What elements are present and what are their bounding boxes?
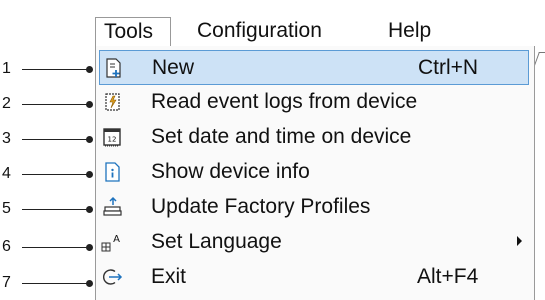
- menu-item-new[interactable]: New Ctrl+N: [99, 50, 529, 85]
- callout-2: 2: [0, 94, 100, 114]
- callout-dot: [86, 206, 93, 213]
- callout-line: [22, 69, 88, 70]
- menu-item-label: Update Factory Profiles: [151, 195, 371, 218]
- menu-item-set-date-time[interactable]: 12 Set date and time on device: [99, 120, 529, 155]
- menu-configuration[interactable]: Configuration: [189, 17, 330, 47]
- callout-number: 7: [2, 274, 11, 291]
- callout-line: [22, 104, 88, 105]
- callout-dot: [86, 280, 93, 287]
- callout-number: 5: [2, 200, 11, 217]
- info-document-icon: [105, 162, 120, 182]
- tools-dropdown-menu: New Ctrl+N Read event logs from device 1…: [95, 46, 535, 300]
- callout-3: 3: [0, 129, 100, 149]
- callout-number: 6: [2, 238, 11, 255]
- callout-5: 5: [0, 199, 100, 219]
- event-log-icon: [105, 93, 120, 111]
- menu-item-show-device-info[interactable]: Show device info: [99, 155, 529, 190]
- callout-number: 3: [2, 130, 11, 147]
- callout-number: 2: [2, 95, 11, 112]
- language-icon: A: [101, 234, 120, 252]
- menu-item-label: Set date and time on device: [151, 125, 412, 148]
- new-document-icon: [106, 58, 121, 78]
- callout-line: [22, 139, 88, 140]
- menu-item-label: New: [152, 56, 195, 79]
- calendar-icon: 12: [103, 128, 121, 147]
- upload-icon: [103, 196, 122, 216]
- callout-line: [22, 247, 88, 248]
- callout-line: [22, 174, 88, 175]
- callout-1: 1: [0, 59, 100, 79]
- callout-line: [22, 209, 88, 210]
- menu-item-label: Read event logs from device: [151, 90, 418, 113]
- menu-item-update-factory-profiles[interactable]: Update Factory Profiles: [99, 190, 529, 225]
- menu-item-label: Set Language: [151, 230, 282, 253]
- menu-item-shortcut: Alt+F4: [417, 265, 479, 288]
- callout-dot: [86, 136, 93, 143]
- menu-item-exit[interactable]: Exit Alt+F4: [99, 260, 529, 295]
- menu-item-label: Show device info: [151, 160, 310, 183]
- callout-7: 7: [0, 273, 100, 293]
- callout-dot: [86, 66, 93, 73]
- callout-line: [22, 283, 88, 284]
- exit-icon: [103, 269, 123, 285]
- callout-dot: [86, 171, 93, 178]
- callout-6: 6: [0, 237, 100, 257]
- menu-item-label: Exit: [151, 265, 187, 288]
- svg-text:12: 12: [108, 136, 117, 144]
- menu-item-shortcut: Ctrl+N: [418, 56, 479, 79]
- menu-item-read-event-logs[interactable]: Read event logs from device: [99, 85, 529, 120]
- callout-dot: [86, 244, 93, 251]
- callout-4: 4: [0, 164, 100, 184]
- menu-bar: Tools Configuration Help: [95, 12, 545, 47]
- callout-number: 1: [2, 60, 11, 77]
- callout-number: 4: [2, 165, 11, 182]
- menu-help[interactable]: Help: [380, 17, 439, 47]
- submenu-arrow-icon: [517, 236, 522, 246]
- callout-dot: [86, 101, 93, 108]
- svg-text:A: A: [113, 234, 120, 245]
- menu-item-set-language[interactable]: A Set Language: [99, 225, 529, 260]
- menu-tools[interactable]: Tools: [95, 17, 171, 47]
